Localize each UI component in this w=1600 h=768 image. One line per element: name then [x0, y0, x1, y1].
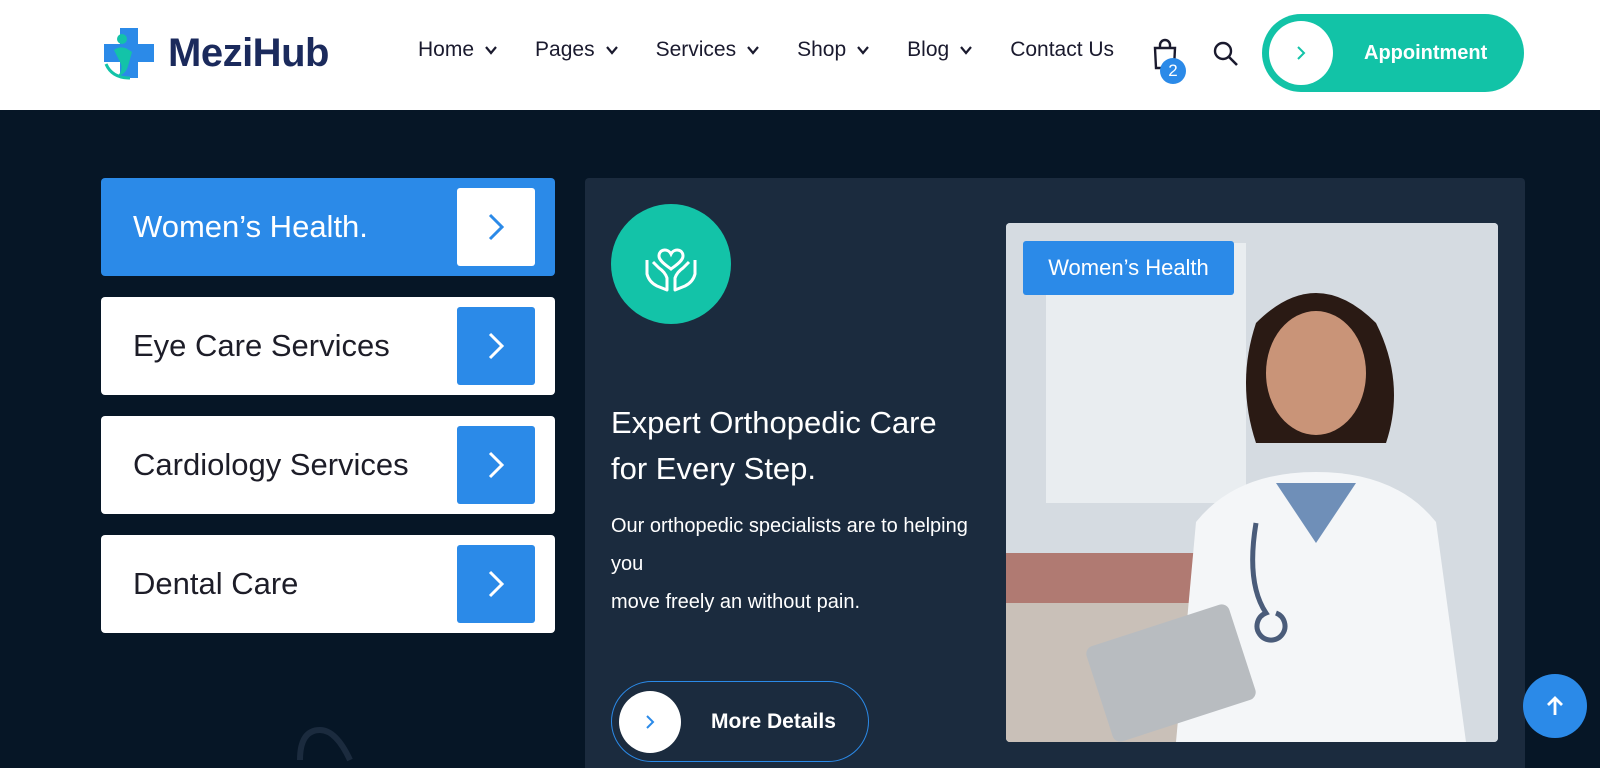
- more-details-button[interactable]: More Details: [611, 681, 869, 762]
- chevron-down-icon: [960, 46, 973, 55]
- nav-label: Blog: [907, 38, 950, 61]
- chevron-right-icon: [488, 570, 505, 598]
- nav-label: Services: [655, 38, 737, 61]
- search-button[interactable]: [1212, 40, 1240, 68]
- service-tab-eye-care[interactable]: Eye Care Services: [101, 297, 555, 395]
- medical-cross-logo-icon: [100, 24, 158, 82]
- service-tab-label: Eye Care Services: [133, 328, 390, 363]
- nav-label: Contact Us: [1010, 38, 1115, 61]
- service-tab-label: Dental Care: [133, 566, 299, 601]
- nav-label: Pages: [535, 38, 595, 61]
- service-tab-arrow[interactable]: [457, 426, 535, 504]
- chevron-right-icon: [488, 332, 505, 360]
- nav-item-home[interactable]: Home: [418, 38, 498, 62]
- service-description: Our orthopedic specialists are to helpin…: [611, 507, 981, 621]
- nav-label: Home: [418, 38, 475, 61]
- description-line: move freely an without pain.: [611, 591, 861, 613]
- chevron-right-icon: [646, 714, 655, 729]
- service-title-line: for Every Step.: [611, 451, 817, 486]
- service-title: Expert Orthopedic Care for Every Step.: [611, 400, 971, 492]
- chevron-down-icon: [857, 46, 870, 55]
- service-title-line: Expert Orthopedic Care: [611, 405, 937, 440]
- service-tab-dental[interactable]: Dental Care: [101, 535, 555, 633]
- service-tab-label: Women’s Health.: [133, 209, 368, 244]
- appointment-button[interactable]: Appointment: [1262, 14, 1524, 92]
- chevron-right-icon: [488, 213, 505, 241]
- search-icon: [1213, 41, 1238, 66]
- nav-item-blog[interactable]: Blog: [907, 38, 973, 62]
- stethoscope-decoration-icon: [297, 726, 353, 762]
- appointment-label: Appointment: [1364, 41, 1488, 64]
- nav-item-contact[interactable]: Contact Us: [1010, 38, 1114, 62]
- chevron-right-icon: [1297, 46, 1306, 60]
- chevron-down-icon: [485, 46, 497, 55]
- nav-item-shop[interactable]: Shop: [797, 38, 870, 62]
- hands-heart-icon: [611, 204, 731, 324]
- chevron-right-icon: [488, 451, 505, 479]
- service-tab-arrow[interactable]: [457, 545, 535, 623]
- arrow-up-icon: [1547, 696, 1563, 715]
- service-tab-label: Cardiology Services: [133, 447, 409, 482]
- chevron-down-icon: [747, 46, 759, 55]
- cart-button[interactable]: 2: [1150, 38, 1186, 84]
- appointment-arrow: [1269, 21, 1333, 85]
- nav-item-pages[interactable]: Pages: [535, 38, 619, 62]
- description-line: Our orthopedic specialists are to helpin…: [611, 515, 968, 537]
- cart-count-badge: 2: [1160, 58, 1186, 84]
- more-details-arrow: [619, 690, 681, 753]
- site-header: MeziHub Home Pages Services Shop Blog Co…: [0, 0, 1600, 110]
- description-line: you: [611, 553, 644, 575]
- doctor-photo: [1006, 223, 1498, 742]
- more-details-label: More Details: [711, 709, 836, 733]
- main-nav: Home Pages Services Shop Blog Contact Us: [418, 38, 1138, 62]
- nav-item-services[interactable]: Services: [656, 38, 761, 62]
- service-tab-cardiology[interactable]: Cardiology Services: [101, 416, 555, 514]
- service-tab-womens-health[interactable]: Women’s Health.: [101, 178, 555, 276]
- category-tag: Women’s Health: [1023, 241, 1234, 295]
- service-tab-arrow[interactable]: [457, 188, 535, 266]
- chevron-down-icon: [605, 46, 618, 55]
- nav-label: Shop: [797, 38, 847, 61]
- logo[interactable]: MeziHub: [100, 24, 329, 82]
- service-tab-arrow[interactable]: [457, 307, 535, 385]
- scroll-to-top-button[interactable]: [1523, 674, 1587, 738]
- logo-text: MeziHub: [168, 30, 329, 75]
